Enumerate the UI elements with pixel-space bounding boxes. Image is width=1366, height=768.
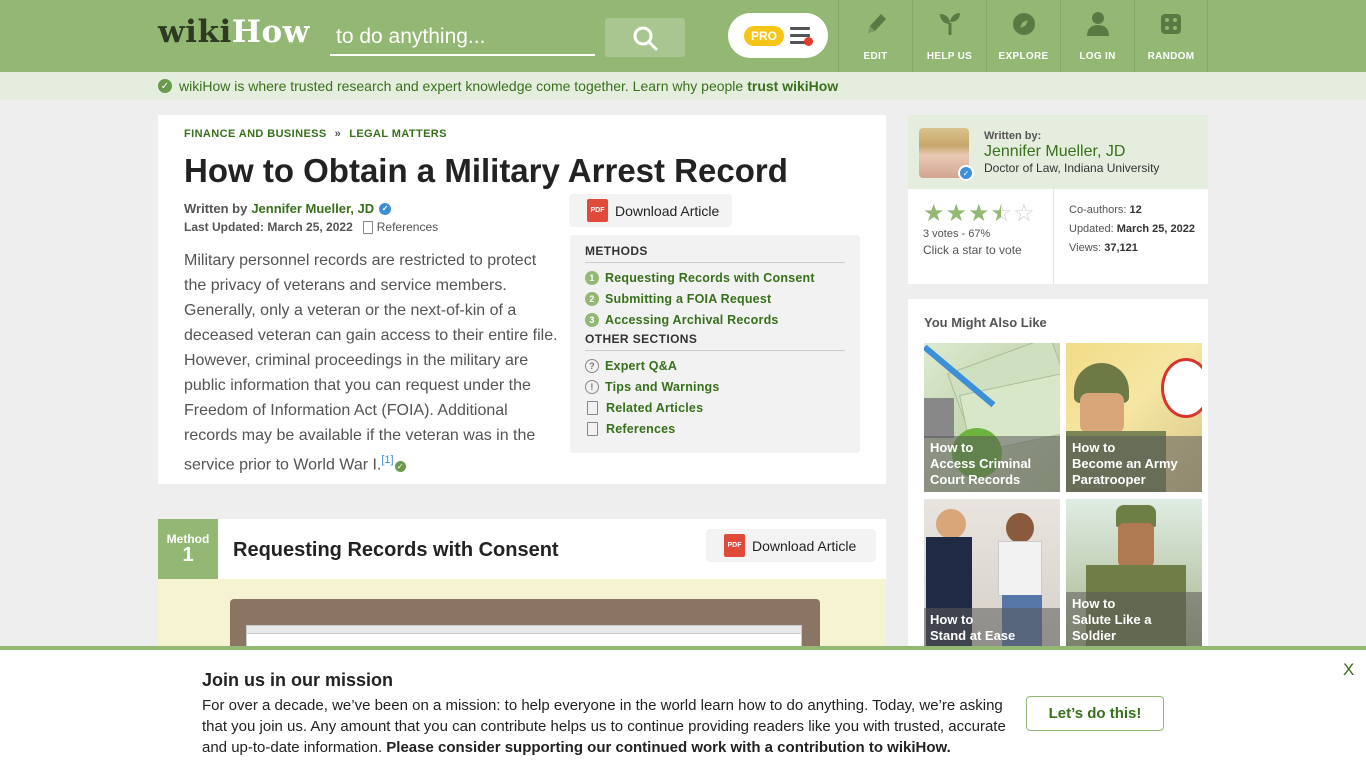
- bookmark-icon: [587, 421, 598, 436]
- breadcrumb-separator: »: [334, 128, 342, 140]
- method-title: Requesting Records with Consent: [233, 539, 559, 561]
- search-button[interactable]: [605, 18, 685, 57]
- sprout-icon: [937, 11, 963, 37]
- author-card: ✓ Written by: Jennifer Mueller, JD Docto…: [908, 115, 1208, 284]
- last-updated: Last Updated: March 25, 2022 References: [184, 220, 439, 234]
- star-icon[interactable]: ★: [968, 202, 990, 226]
- pdf-icon: PDF: [587, 199, 608, 222]
- half-star-icon[interactable]: ☆★: [991, 202, 1013, 226]
- banner-title: Join us in our mission: [202, 670, 394, 690]
- star-rating: ★ ★ ★ ☆★ ☆ 3 votes - 67% Click a star to…: [923, 202, 1035, 258]
- nav-random[interactable]: RANDOM: [1134, 0, 1208, 72]
- method-download-button[interactable]: PDF Download Article: [706, 529, 876, 562]
- method-badge: Method 1: [158, 519, 218, 579]
- byline: Written by Jennifer Mueller, JD ✓: [184, 201, 392, 216]
- check-icon: ✓: [158, 79, 172, 93]
- references-link[interactable]: References: [362, 220, 438, 234]
- trust-wikihow-link[interactable]: trust wikiHow: [747, 78, 838, 94]
- related-card-stand-at-ease[interactable]: How to Stand at Ease: [924, 499, 1060, 648]
- verified-icon: ✓: [379, 202, 392, 215]
- trust-bar: ✓ wikiHow is where trusted research and …: [0, 72, 1366, 100]
- wikihow-logo[interactable]: wikiHow: [158, 14, 310, 50]
- star-icon[interactable]: ☆: [1013, 202, 1035, 226]
- search-icon: [633, 26, 658, 50]
- pencil-icon: [863, 11, 889, 37]
- bookmark-icon: [362, 220, 373, 234]
- author-credential: Doctor of Law, Indiana University: [984, 161, 1160, 175]
- header-nav: EDIT HELP US EXPLORE LOG IN RANDOM: [838, 0, 1208, 72]
- table-of-contents: METHODS 1 Requesting Records with Consent…: [570, 235, 860, 453]
- method-1-header: Method 1 Requesting Records with Consent…: [158, 519, 886, 579]
- compass-icon: [1011, 11, 1037, 37]
- nav-help-us[interactable]: HELP US: [912, 0, 986, 72]
- author-name-link[interactable]: Jennifer Mueller, JD: [984, 143, 1125, 161]
- breadcrumb: FINANCE AND BUSINESS » LEGAL MATTERS: [184, 128, 447, 140]
- star-icon[interactable]: ★: [923, 202, 945, 226]
- user-icon: [1085, 11, 1111, 37]
- vote-prompt: Click a star to vote: [923, 243, 1022, 257]
- vote-count: 3 votes - 67%: [923, 228, 991, 240]
- coauthors-count[interactable]: 12: [1130, 204, 1142, 216]
- exclamation-icon: !: [585, 379, 599, 394]
- pro-menu-button[interactable]: PRO: [728, 13, 828, 58]
- close-banner-button[interactable]: X: [1343, 660, 1354, 680]
- banner-text: For over a decade, we’ve been on a missi…: [202, 697, 1006, 756]
- toc-references[interactable]: References: [585, 418, 845, 439]
- download-article-button[interactable]: PDF Download Article: [569, 194, 732, 227]
- question-icon: ?: [585, 358, 599, 373]
- related-card-army-paratrooper[interactable]: How to Become an Army Paratrooper: [1066, 343, 1202, 492]
- notification-dot: [804, 37, 813, 46]
- toc-method-3[interactable]: 3 Accessing Archival Records: [585, 309, 845, 330]
- nav-explore[interactable]: EXPLORE: [986, 0, 1060, 72]
- toc-methods-heading: METHODS: [585, 244, 845, 263]
- toc-expert-qa[interactable]: ? Expert Q&A: [585, 355, 845, 376]
- related-articles: You Might Also Like How to Access Crimina…: [908, 299, 1208, 659]
- nav-edit[interactable]: EDIT: [838, 0, 912, 72]
- toc-tips-warnings[interactable]: ! Tips and Warnings: [585, 376, 845, 397]
- pro-badge: PRO: [744, 25, 785, 46]
- related-heading: You Might Also Like: [924, 315, 1047, 330]
- toc-related-articles[interactable]: Related Articles: [585, 397, 845, 418]
- related-card-criminal-records[interactable]: How to Access Criminal Court Records: [924, 343, 1060, 492]
- page-title: How to Obtain a Military Arrest Record: [184, 152, 788, 189]
- nav-log-in[interactable]: LOG IN: [1060, 0, 1134, 72]
- breadcrumb-finance[interactable]: FINANCE AND BUSINESS: [184, 128, 327, 140]
- search-input[interactable]: [330, 20, 595, 56]
- verified-source-icon: ✓: [394, 461, 406, 473]
- article-stats: Co-authors: 12 Updated: March 25, 2022 V…: [1069, 204, 1195, 254]
- breadcrumb-legal[interactable]: LEGAL MATTERS: [349, 128, 447, 140]
- verified-icon: ✓: [958, 165, 974, 181]
- trust-text: wikiHow is where trusted research and ex…: [179, 78, 744, 94]
- toc-method-2[interactable]: 2 Submitting a FOIA Request: [585, 288, 845, 309]
- donation-banner: Join us in our mission For over a decade…: [0, 646, 1366, 768]
- star-icon[interactable]: ★: [946, 202, 968, 226]
- article-intro-card: FINANCE AND BUSINESS » LEGAL MATTERS How…: [158, 115, 886, 484]
- intro-paragraph: Military personnel records are restricte…: [184, 252, 558, 474]
- donate-button[interactable]: Let’s do this!: [1026, 696, 1164, 731]
- author-link[interactable]: Jennifer Mueller, JD: [251, 201, 374, 216]
- toc-other-heading: OTHER SECTIONS: [585, 332, 845, 351]
- related-card-salute[interactable]: How to Salute Like a Soldier: [1066, 499, 1202, 648]
- dice-icon: [1158, 11, 1184, 37]
- citation-link[interactable]: [1]: [381, 454, 393, 466]
- site-header: wikiHow PRO EDIT HELP US EXPLORE: [0, 0, 1366, 72]
- rating-stars[interactable]: ★ ★ ★ ☆★ ☆: [923, 202, 1035, 226]
- toc-method-1[interactable]: 1 Requesting Records with Consent: [585, 267, 845, 288]
- article-icon: [587, 400, 598, 415]
- pdf-icon: PDF: [724, 534, 745, 557]
